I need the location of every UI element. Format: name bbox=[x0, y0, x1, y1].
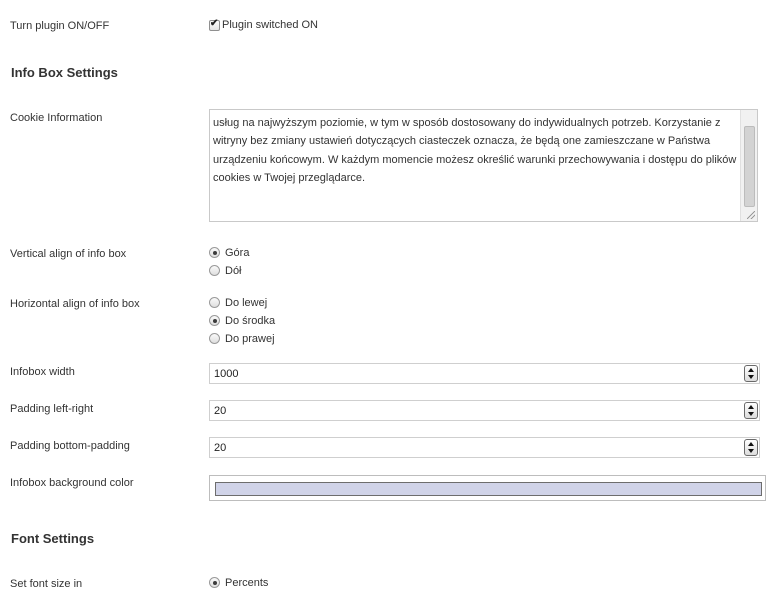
infobox-width-value: 1000 bbox=[214, 368, 239, 380]
cookie-text-line: witryny bez zmiany ustawień dotyczących … bbox=[213, 135, 711, 148]
radio-horizontal-left-label[interactable]: Do lewej bbox=[225, 297, 267, 309]
plugin-toggle-label: Turn plugin ON/OFF bbox=[10, 20, 110, 32]
font-size-unit-label: Set font size in bbox=[10, 578, 83, 590]
radio-vertical-dol[interactable] bbox=[209, 265, 220, 276]
radio-vertical-gora-label[interactable]: Góra bbox=[225, 247, 249, 259]
padding-bottom-input[interactable]: 20 bbox=[209, 437, 760, 458]
radio-font-size-percents[interactable] bbox=[209, 577, 220, 588]
color-swatch[interactable] bbox=[215, 482, 762, 496]
radio-font-size-percents-label[interactable]: Percents bbox=[225, 577, 268, 589]
infobox-bg-color-picker[interactable] bbox=[209, 475, 766, 501]
cookie-text-line: cookies w Twojej przeglądarce. bbox=[213, 172, 366, 185]
infobox-bg-color-label: Infobox background color bbox=[10, 477, 134, 489]
scrollbar-thumb[interactable] bbox=[744, 126, 755, 207]
vertical-align-label: Vertical align of info box bbox=[10, 248, 127, 260]
info-box-settings-heading: Info Box Settings bbox=[11, 65, 118, 80]
radio-horizontal-right-label[interactable]: Do prawej bbox=[225, 333, 275, 345]
font-settings-heading: Font Settings bbox=[11, 531, 95, 546]
padding-left-right-input[interactable]: 20 bbox=[209, 400, 760, 421]
cookie-information-text: usług na najwyższym poziomie, w tym w sp… bbox=[213, 114, 741, 188]
horizontal-align-label: Horizontal align of info box bbox=[10, 298, 140, 310]
plugin-switch-label[interactable]: Plugin switched ON bbox=[222, 19, 318, 31]
padding-left-right-label: Padding left-right bbox=[10, 403, 94, 415]
padding-bottom-value: 20 bbox=[214, 442, 227, 454]
spinner-arrows-icon[interactable] bbox=[744, 439, 758, 456]
textarea-scrollbar[interactable] bbox=[740, 110, 757, 221]
padding-left-right-value: 20 bbox=[214, 405, 227, 417]
cookie-text-line: urządzeniu końcowym. W każdym momencie m… bbox=[213, 153, 737, 166]
radio-horizontal-left[interactable] bbox=[209, 297, 220, 308]
spinner-arrows-icon[interactable] bbox=[744, 402, 758, 419]
cookie-information-textarea[interactable]: usług na najwyższym poziomie, w tym w sp… bbox=[209, 109, 758, 222]
cookie-information-label: Cookie Information bbox=[10, 112, 103, 124]
spinner-arrows-icon[interactable] bbox=[744, 365, 758, 382]
infobox-width-label: Infobox width bbox=[10, 366, 75, 378]
radio-selected-dot bbox=[212, 318, 217, 323]
radio-horizontal-center[interactable] bbox=[209, 315, 220, 326]
cookie-text-line: usług na najwyższym poziomie, w tym w sp… bbox=[213, 117, 721, 129]
checkmark-icon: ✔ bbox=[210, 18, 219, 29]
radio-selected-dot bbox=[212, 580, 217, 585]
resize-grip-icon[interactable] bbox=[747, 211, 755, 219]
infobox-width-input[interactable]: 1000 bbox=[209, 363, 760, 384]
plugin-switch-checkbox[interactable]: ✔ bbox=[209, 18, 220, 31]
radio-horizontal-right[interactable] bbox=[209, 333, 220, 344]
padding-bottom-label: Padding bottom-padding bbox=[10, 440, 130, 452]
radio-selected-dot bbox=[212, 250, 217, 255]
radio-vertical-gora[interactable] bbox=[209, 247, 220, 258]
radio-vertical-dol-label[interactable]: Dół bbox=[225, 265, 242, 277]
radio-horizontal-center-label[interactable]: Do środka bbox=[225, 315, 275, 327]
